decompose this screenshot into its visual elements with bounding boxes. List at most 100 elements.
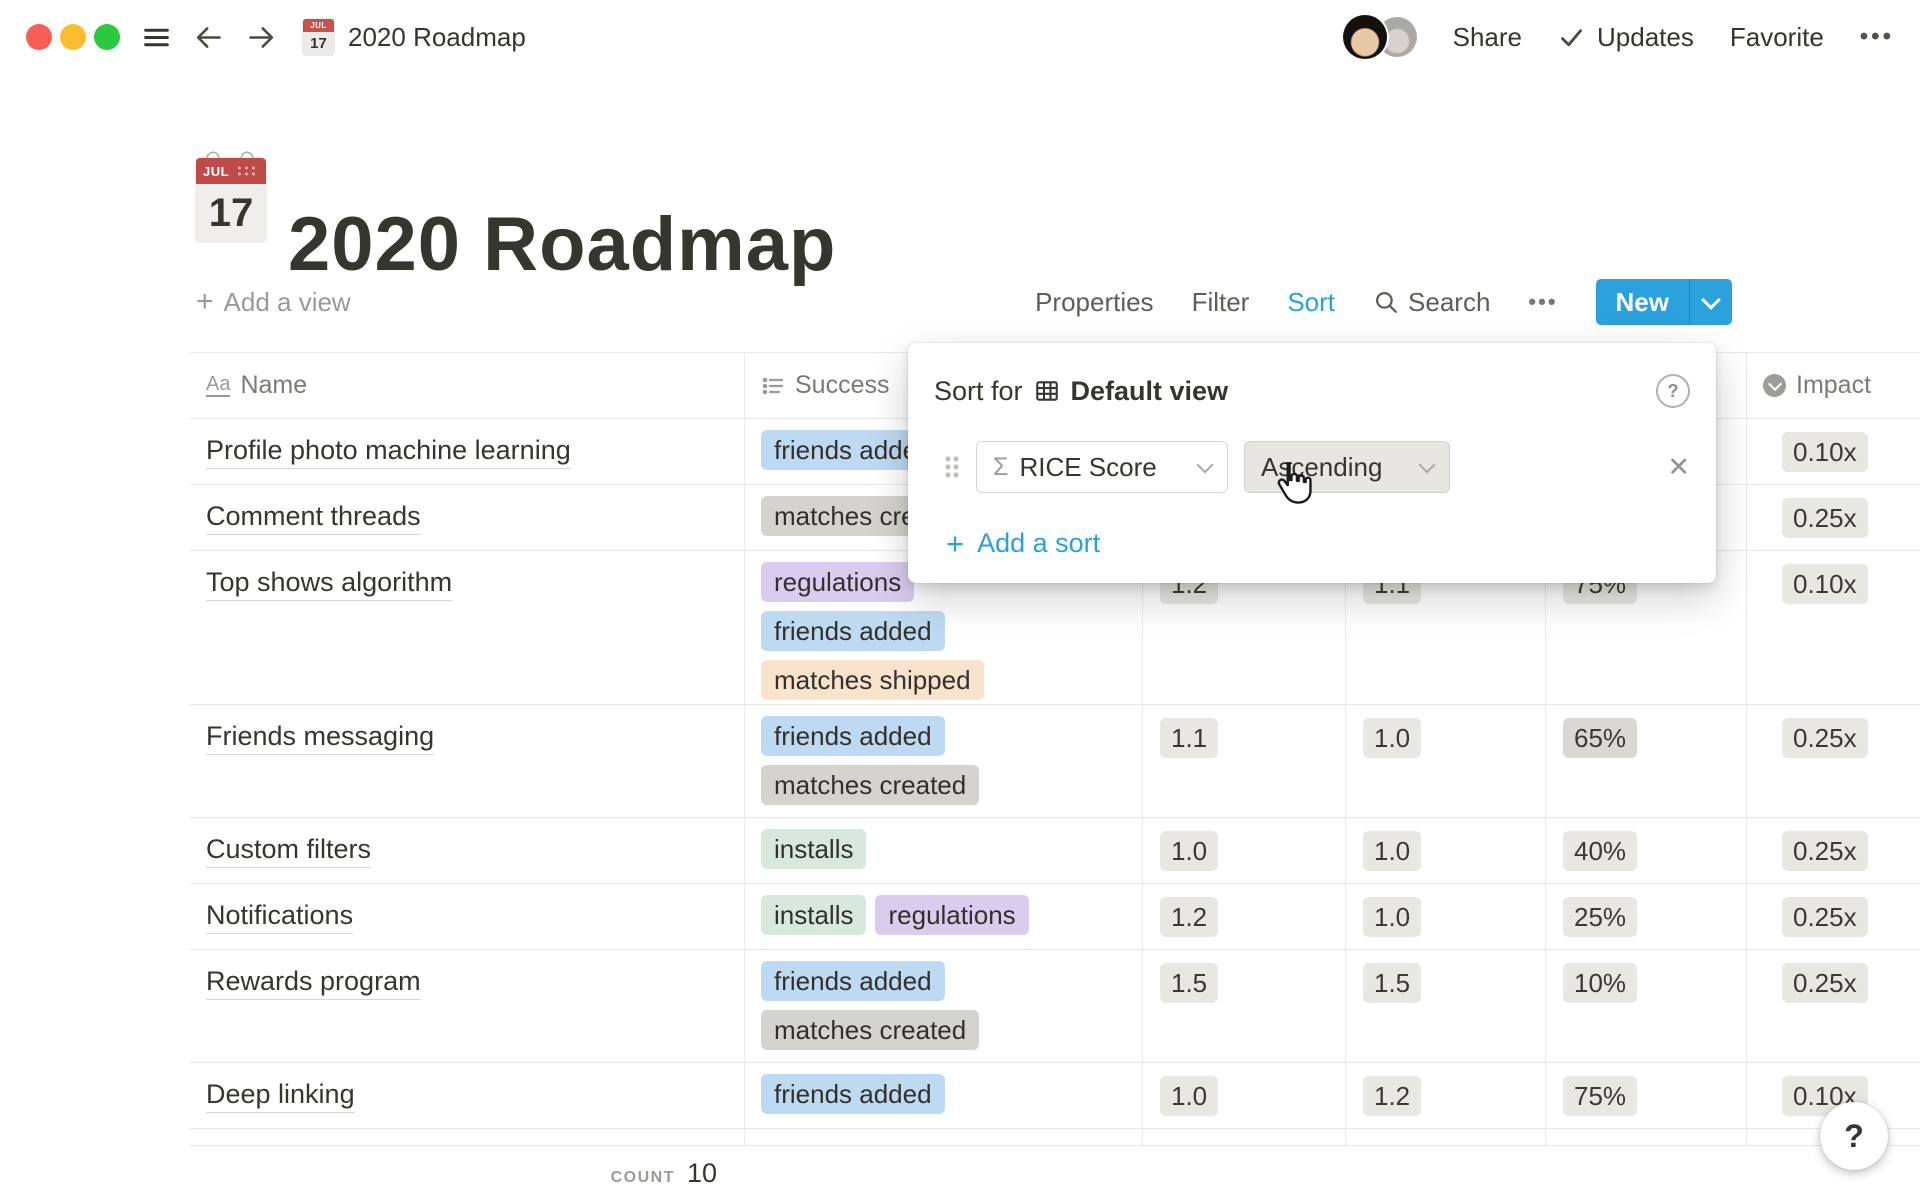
row-name-link[interactable]: Deep linking bbox=[206, 1079, 355, 1113]
row-name-link[interactable]: Friends messaging bbox=[206, 721, 434, 755]
search-label: Search bbox=[1408, 287, 1490, 318]
row-impact-cell[interactable]: 0.25x bbox=[1747, 818, 1920, 883]
impact-pill: 0.25x bbox=[1782, 963, 1868, 1003]
drag-handle-icon[interactable] bbox=[944, 455, 960, 479]
column-label: Name bbox=[240, 371, 307, 400]
row-tags-cell[interactable]: installsregulations bbox=[745, 884, 1143, 949]
properties-button[interactable]: Properties bbox=[1035, 287, 1154, 318]
window-zoom-button[interactable] bbox=[94, 24, 120, 50]
table-row[interactable]: Custom filtersinstalls1.01.040%0.25x bbox=[190, 818, 1920, 884]
row-number-cell[interactable]: 1.2 bbox=[1143, 884, 1346, 949]
checkmark-icon bbox=[1558, 24, 1585, 51]
row-tags-cell[interactable]: friends added bbox=[745, 1063, 1143, 1128]
view-toolbar: + Add a view Properties Filter Sort Sear… bbox=[196, 278, 1732, 326]
collaborator-avatars[interactable] bbox=[1343, 15, 1417, 59]
page-icon-day: 17 bbox=[196, 184, 266, 242]
remove-sort-button[interactable]: ✕ bbox=[1667, 454, 1690, 481]
help-icon[interactable]: ? bbox=[1656, 374, 1690, 408]
row-number-cell[interactable]: 1.0 bbox=[1346, 705, 1546, 817]
row-percent-cell[interactable]: 10% bbox=[1546, 950, 1747, 1062]
view-more-button[interactable]: ••• bbox=[1528, 289, 1557, 315]
row-name-cell[interactable]: Friends messaging bbox=[190, 705, 745, 817]
row-number-cell[interactable]: 1.0 bbox=[1143, 1063, 1346, 1128]
column-header-impact[interactable]: Impact bbox=[1747, 353, 1920, 418]
row-number-cell[interactable]: 1.0 bbox=[1143, 818, 1346, 883]
favorite-button[interactable]: Favorite bbox=[1730, 22, 1824, 53]
sort-button[interactable]: Sort bbox=[1287, 287, 1335, 318]
forward-arrow-icon[interactable] bbox=[246, 22, 277, 53]
help-fab-button[interactable]: ? bbox=[1820, 1102, 1888, 1170]
row-number-cell[interactable]: 1.2 bbox=[1346, 1063, 1546, 1128]
row-tags-cell[interactable]: installs bbox=[745, 818, 1143, 883]
row-number-cell[interactable]: 1.1 bbox=[1143, 705, 1346, 817]
count-value: 10 bbox=[687, 1158, 717, 1189]
tag: regulations bbox=[875, 895, 1028, 935]
row-name-link[interactable]: Comment threads bbox=[206, 501, 421, 535]
count-row[interactable]: COUNT 10 bbox=[190, 1158, 745, 1202]
tag: friends added bbox=[761, 961, 945, 1001]
table-row[interactable]: Friends messaging friends addedmatches cr… bbox=[190, 705, 1920, 818]
row-percent-cell[interactable]: 40% bbox=[1546, 818, 1747, 883]
more-menu-button[interactable]: ••• bbox=[1860, 23, 1894, 51]
row-number-cell[interactable]: 1.0 bbox=[1346, 884, 1546, 949]
row-tags-cell[interactable]: friends addedmatches created bbox=[745, 950, 1143, 1062]
row-percent-cell[interactable]: 25% bbox=[1546, 884, 1747, 949]
tag: matches shipped bbox=[761, 660, 984, 700]
row-number-cell[interactable]: 1.0 bbox=[1346, 818, 1546, 883]
row-percent-cell[interactable]: 65% bbox=[1546, 705, 1747, 817]
tag: friends added bbox=[761, 611, 945, 651]
page-title[interactable]: 2020 Roadmap bbox=[288, 201, 836, 288]
row-number-cell[interactable]: 1.5 bbox=[1346, 950, 1546, 1062]
row-name-cell[interactable]: Rewards program bbox=[190, 950, 745, 1062]
row-name-cell[interactable]: Profile photo machine learning bbox=[190, 419, 745, 484]
back-arrow-icon[interactable] bbox=[193, 22, 224, 53]
sort-field-dropdown[interactable]: Σ RICE Score bbox=[976, 441, 1228, 493]
sort-for-label: Sort for bbox=[934, 376, 1023, 407]
column-header-name[interactable]: Aa Name bbox=[190, 353, 745, 418]
row-impact-cell[interactable]: 0.10x bbox=[1747, 419, 1920, 484]
add-view-button[interactable]: + Add a view bbox=[196, 287, 351, 318]
row-name-cell[interactable]: Top shows algorithm bbox=[190, 551, 745, 704]
row-impact-cell[interactable]: 0.25x bbox=[1747, 705, 1920, 817]
page-calendar-icon[interactable]: JUL 17 bbox=[196, 158, 266, 242]
add-sort-button[interactable]: + Add a sort bbox=[946, 525, 1716, 561]
share-button[interactable]: Share bbox=[1453, 22, 1522, 53]
row-name-cell[interactable]: Deep linking bbox=[190, 1063, 745, 1128]
row-name-link[interactable]: Profile photo machine learning bbox=[206, 435, 571, 469]
new-dropdown-button[interactable] bbox=[1690, 279, 1732, 325]
filter-button[interactable]: Filter bbox=[1192, 287, 1250, 318]
window-minimize-button[interactable] bbox=[60, 24, 86, 50]
table-row[interactable]: Deep linkingfriends added1.01.275%0.10x bbox=[190, 1063, 1920, 1129]
window-controls bbox=[26, 24, 120, 50]
percent-pill: 10% bbox=[1563, 963, 1637, 1003]
new-button-label[interactable]: New bbox=[1596, 279, 1689, 325]
row-name-link[interactable]: Custom filters bbox=[206, 834, 371, 868]
row-name-link[interactable]: Rewards program bbox=[206, 966, 421, 1000]
updates-label: Updates bbox=[1597, 22, 1694, 53]
new-button[interactable]: New bbox=[1596, 279, 1732, 325]
row-name-link[interactable]: Top shows algorithm bbox=[206, 567, 452, 601]
row-name-cell[interactable]: Comment threads bbox=[190, 485, 745, 550]
row-tags-cell[interactable]: friends addedmatches created bbox=[745, 705, 1143, 817]
table-row[interactable]: Notifications installsregulations1.21.0 25… bbox=[190, 884, 1920, 950]
percent-pill: 25% bbox=[1563, 897, 1637, 937]
row-name-link[interactable]: Notifications bbox=[206, 900, 353, 934]
row-name-cell[interactable]: Custom filters bbox=[190, 818, 745, 883]
row-number-cell[interactable]: 1.5 bbox=[1143, 950, 1346, 1062]
breadcrumb-doc-title[interactable]: 2020 Roadmap bbox=[348, 22, 526, 53]
row-percent-cell[interactable]: 75% bbox=[1546, 1063, 1747, 1128]
row-impact-cell[interactable]: 0.25x bbox=[1747, 950, 1920, 1062]
updates-button[interactable]: Updates bbox=[1558, 22, 1694, 53]
row-impact-cell[interactable]: 0.25x bbox=[1747, 884, 1920, 949]
avatar[interactable] bbox=[1343, 15, 1387, 59]
tag: matches created bbox=[761, 765, 979, 805]
row-impact-cell[interactable]: 0.10x bbox=[1747, 551, 1920, 704]
sidebar-menu-icon[interactable] bbox=[142, 23, 171, 52]
calendar-month-label: JUL bbox=[303, 19, 334, 32]
window-close-button[interactable] bbox=[26, 24, 52, 50]
plus-icon: + bbox=[196, 287, 214, 317]
table-row[interactable]: Rewards program friends addedmatches crea… bbox=[190, 950, 1920, 1063]
row-impact-cell[interactable]: 0.25x bbox=[1747, 485, 1920, 550]
row-name-cell[interactable]: Notifications bbox=[190, 884, 745, 949]
search-button[interactable]: Search bbox=[1373, 287, 1490, 318]
